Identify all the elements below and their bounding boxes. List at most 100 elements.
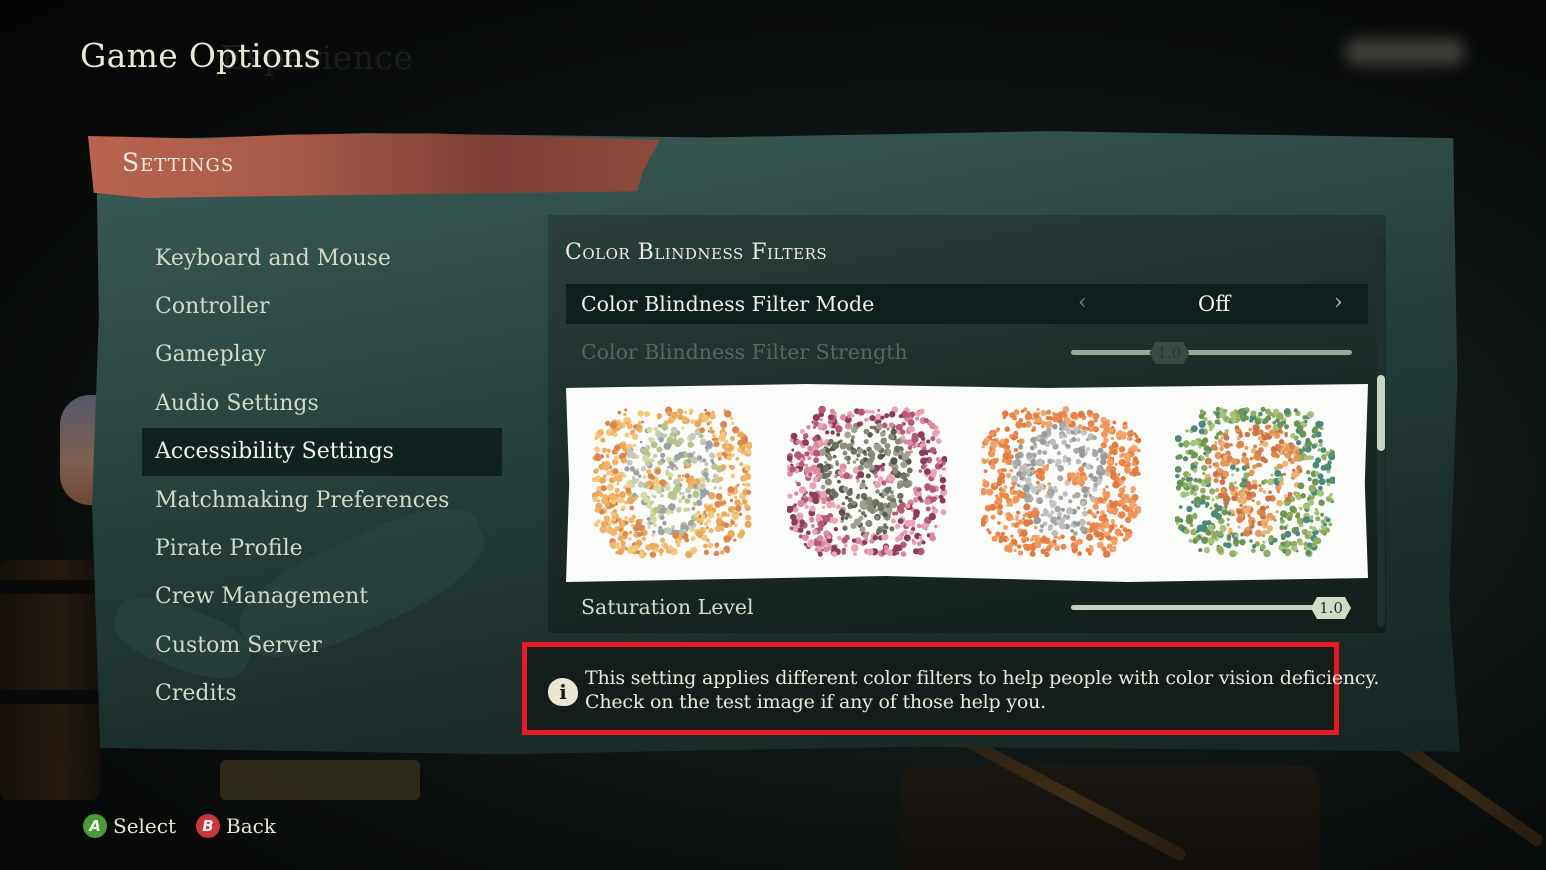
plate-dot xyxy=(695,530,703,538)
plate-dot xyxy=(1091,450,1099,458)
plate-dot xyxy=(797,527,804,533)
plate-dot xyxy=(1305,550,1311,556)
scrollbar-thumb[interactable] xyxy=(1377,375,1385,451)
plate-dot xyxy=(1013,522,1020,528)
plate-dot xyxy=(1102,488,1106,492)
plate-dot xyxy=(918,535,922,539)
plate-dot xyxy=(1295,493,1299,497)
plate-dot xyxy=(794,451,802,459)
plate-dot xyxy=(842,525,848,531)
plate-dot xyxy=(1311,443,1317,449)
plate-dot xyxy=(996,480,1003,487)
plate-dot xyxy=(1238,433,1243,438)
plate-dot xyxy=(813,449,820,457)
plate-dot xyxy=(1284,434,1288,438)
plate-dot xyxy=(1320,529,1326,535)
plate-dot xyxy=(1121,431,1127,437)
plate-dot xyxy=(1106,534,1112,541)
sidebar-item-pirate-profile[interactable]: Pirate Profile xyxy=(142,524,502,572)
sidebar-item-accessibility-settings[interactable]: Accessibility Settings xyxy=(142,427,502,476)
plate-dot xyxy=(1042,450,1048,455)
plate-dot xyxy=(1059,434,1064,439)
plate-dot xyxy=(1203,445,1210,452)
plate-dot xyxy=(1039,438,1047,445)
plate-dot xyxy=(744,520,752,528)
plate-dot xyxy=(1331,500,1335,504)
plate-dot xyxy=(1049,438,1057,446)
plate-dot xyxy=(1056,536,1061,540)
plate-dot xyxy=(1053,521,1058,526)
plate-dot xyxy=(1006,445,1010,449)
plate-dot xyxy=(1064,480,1069,485)
plate-dot xyxy=(817,520,825,528)
plate-dot xyxy=(661,489,665,492)
plate-dot xyxy=(1057,464,1064,472)
plate-dot xyxy=(602,474,607,478)
filter-mode-selector[interactable]: Color Blindness Filter Mode ‹ Off › xyxy=(566,284,1368,324)
plate-dot xyxy=(824,478,832,486)
plate-dot xyxy=(982,459,987,464)
plate-dot xyxy=(657,504,663,510)
test-plate-orange xyxy=(979,394,1142,570)
plate-dot xyxy=(1108,524,1115,531)
plate-dot xyxy=(997,521,1001,525)
plate-dot xyxy=(1125,531,1132,539)
plate-dot xyxy=(1260,418,1264,422)
plate-dot xyxy=(1295,513,1301,519)
plate-dot xyxy=(1062,491,1068,497)
plate-dot xyxy=(930,436,936,442)
plate-dot xyxy=(883,502,888,507)
plate-dot xyxy=(734,495,738,499)
plate-dot xyxy=(1053,485,1057,489)
plate-dot xyxy=(1013,409,1020,416)
plate-dot xyxy=(1312,461,1320,469)
plate-dot xyxy=(1118,459,1126,467)
sidebar-item-keyboard-and-mouse[interactable]: Keyboard and Mouse xyxy=(142,234,502,282)
plate-dot xyxy=(794,491,799,496)
plate-dot xyxy=(939,497,946,504)
saturation-track[interactable] xyxy=(1071,605,1331,610)
plate-dot xyxy=(1306,411,1314,419)
plate-dot xyxy=(1293,436,1299,441)
plate-dot xyxy=(718,486,723,490)
plate-dot xyxy=(803,495,807,499)
plate-dot xyxy=(863,428,870,435)
plate-dot xyxy=(617,548,624,556)
plate-dot xyxy=(918,469,922,473)
plate-dot xyxy=(1254,529,1263,537)
plate-dot xyxy=(1110,470,1117,476)
saturation-handle[interactable]: 1.0 xyxy=(1311,597,1351,619)
plate-dot xyxy=(1205,501,1210,507)
sidebar-item-gameplay[interactable]: Gameplay xyxy=(142,331,502,379)
back-button[interactable]: B Back xyxy=(196,814,276,838)
chevron-left-icon[interactable]: ‹ xyxy=(1078,290,1087,315)
plate-dot xyxy=(806,425,811,430)
sidebar-item-audio-settings[interactable]: Audio Settings xyxy=(142,379,502,427)
plate-dot xyxy=(858,509,862,513)
sidebar-item-controller[interactable]: Controller xyxy=(142,282,502,330)
plate-dot xyxy=(912,444,917,449)
sidebar-item-credits[interactable]: Credits xyxy=(142,670,502,718)
plate-dot xyxy=(720,431,726,437)
sidebar-item-custom-server[interactable]: Custom Server xyxy=(142,621,502,669)
select-button[interactable]: A Select xyxy=(83,814,176,838)
plate-dot xyxy=(738,512,743,517)
plate-dot xyxy=(1277,421,1284,428)
filter-strength-label: Color Blindness Filter Strength xyxy=(581,340,908,364)
plate-dot xyxy=(1057,475,1064,482)
plate-dot xyxy=(1123,498,1129,504)
sidebar-item-matchmaking-preferences[interactable]: Matchmaking Preferences xyxy=(142,476,502,524)
plate-dot xyxy=(814,467,821,474)
plate-dot xyxy=(1274,480,1280,486)
plate-dot xyxy=(842,486,849,492)
plate-dot xyxy=(1023,503,1031,511)
sidebar-item-crew-management[interactable]: Crew Management xyxy=(142,573,502,621)
plate-dot xyxy=(1062,458,1067,463)
plate-dot xyxy=(816,541,822,546)
plate-dot xyxy=(1284,424,1289,430)
plate-dot xyxy=(877,476,884,482)
plate-dot xyxy=(1231,513,1235,517)
chevron-right-icon[interactable]: › xyxy=(1334,290,1343,315)
plate-dot xyxy=(599,477,606,484)
plate-dot xyxy=(1131,461,1136,466)
